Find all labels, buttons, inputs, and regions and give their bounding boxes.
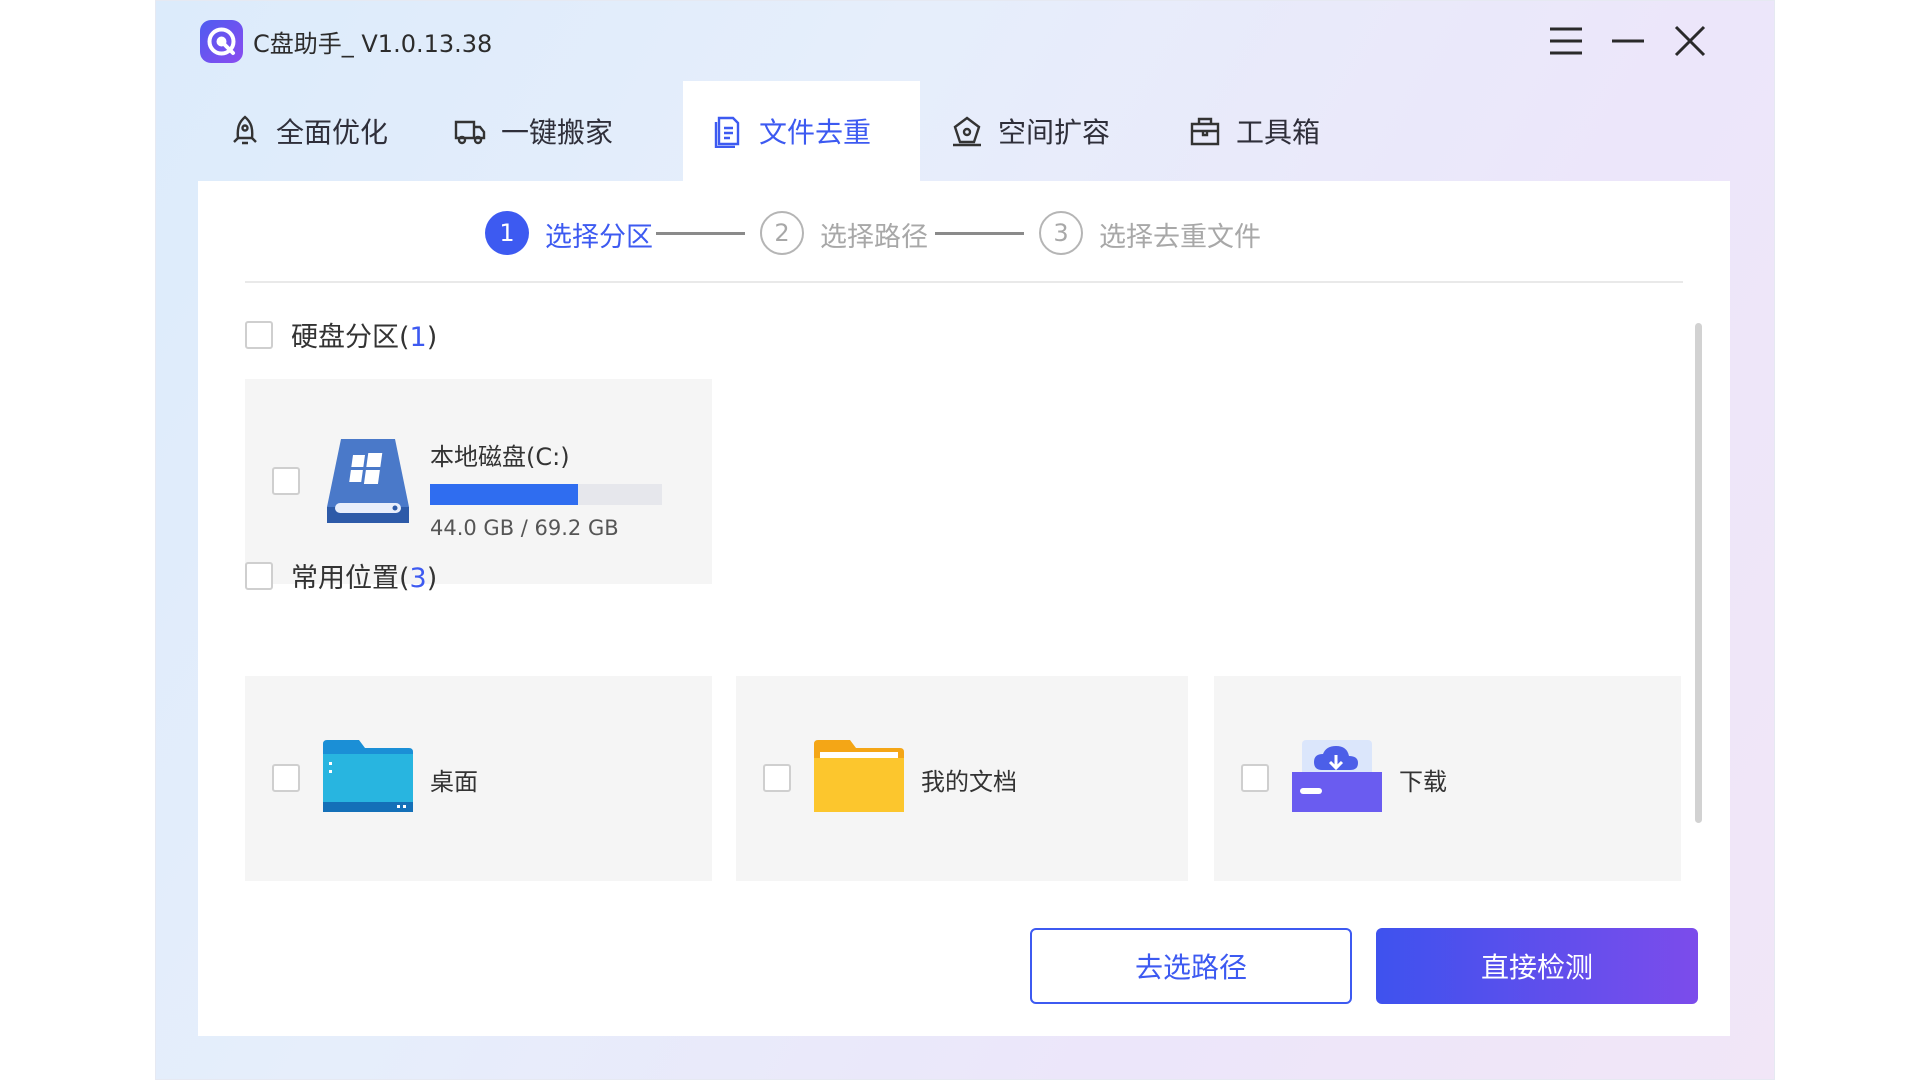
documents-folder-icon bbox=[814, 740, 904, 812]
rocket-icon bbox=[228, 114, 262, 148]
tab-space-expand[interactable]: 空间扩容 bbox=[922, 81, 1154, 181]
tab-label: 全面优化 bbox=[276, 116, 389, 149]
document-icon bbox=[711, 114, 745, 149]
disk-section-checkbox[interactable] bbox=[245, 320, 273, 349]
disk-drive-icon bbox=[323, 437, 413, 525]
content-panel: 1 选择分区 2 选择路径 3 选择去重文件 硬盘分区(1) 本地磁盘(C:) … bbox=[198, 181, 1730, 1036]
common-section-checkbox[interactable] bbox=[245, 561, 273, 590]
step-progress: 1 选择分区 2 选择路径 3 选择去重文件 bbox=[198, 203, 1730, 263]
select-path-button[interactable]: 去选路径 bbox=[1030, 928, 1352, 1004]
step-connector bbox=[935, 232, 1024, 235]
step-connector bbox=[656, 232, 745, 235]
disk-section-header: 硬盘分区(1) bbox=[245, 315, 437, 354]
step-1-circle: 1 bbox=[485, 211, 529, 255]
tab-label: 空间扩容 bbox=[998, 116, 1111, 149]
tab-label: 一键搬家 bbox=[501, 116, 614, 149]
location-label: 桌面 bbox=[430, 768, 478, 796]
common-section-header: 常用位置(3) bbox=[245, 556, 437, 595]
step-3-label: 选择去重文件 bbox=[1099, 222, 1261, 253]
location-card-downloads[interactable]: 下载 bbox=[1214, 676, 1681, 881]
step-1-label: 选择分区 bbox=[545, 222, 653, 253]
scrollbar[interactable] bbox=[1695, 323, 1702, 823]
location-label: 我的文档 bbox=[921, 768, 1017, 796]
location-card-documents[interactable]: 我的文档 bbox=[736, 676, 1188, 881]
drive-card-c[interactable]: 本地磁盘(C:) 44.0 GB / 69.2 GB bbox=[245, 379, 712, 584]
disk-section-title: 硬盘分区(1) bbox=[291, 322, 438, 353]
location-checkbox[interactable] bbox=[272, 764, 300, 792]
tab-label: 工具箱 bbox=[1236, 116, 1321, 149]
drive-usage-fill bbox=[430, 484, 578, 505]
tab-full-optimize[interactable]: 全面优化 bbox=[200, 81, 420, 181]
app-title: C盘助手_ V1.0.13.38 bbox=[253, 30, 493, 58]
tab-label: 文件去重 bbox=[759, 116, 872, 149]
tab-one-click-move[interactable]: 一键搬家 bbox=[425, 81, 655, 181]
app-window: C盘助手_ V1.0.13.38 全面优化 一键搬家 文件去重 空间扩容 工具箱… bbox=[155, 0, 1775, 1080]
common-section-title: 常用位置(3) bbox=[291, 563, 438, 594]
app-logo-icon bbox=[200, 20, 243, 63]
direct-scan-button[interactable]: 直接检测 bbox=[1376, 928, 1698, 1004]
step-2-label: 选择路径 bbox=[820, 222, 928, 253]
drive-checkbox[interactable] bbox=[272, 467, 300, 495]
drive-size-text: 44.0 GB / 69.2 GB bbox=[430, 516, 619, 540]
toolbox-icon bbox=[1188, 114, 1222, 148]
divider bbox=[245, 281, 1683, 283]
step-3-circle: 3 bbox=[1039, 211, 1083, 255]
location-label: 下载 bbox=[1399, 768, 1447, 796]
truck-icon bbox=[453, 114, 487, 148]
download-icon bbox=[1292, 740, 1382, 812]
tab-toolbox[interactable]: 工具箱 bbox=[1160, 81, 1360, 181]
minimize-icon[interactable] bbox=[1606, 19, 1650, 63]
step-2-circle: 2 bbox=[760, 211, 804, 255]
drive-name: 本地磁盘(C:) bbox=[430, 443, 570, 471]
title-bar: C盘助手_ V1.0.13.38 bbox=[156, 1, 1774, 81]
location-card-desktop[interactable]: 桌面 bbox=[245, 676, 712, 881]
drive-usage-bar bbox=[430, 484, 662, 505]
menu-icon[interactable] bbox=[1544, 19, 1588, 63]
location-checkbox[interactable] bbox=[763, 764, 791, 792]
tab-file-dedup[interactable]: 文件去重 bbox=[683, 81, 920, 181]
main-tabs: 全面优化 一键搬家 文件去重 空间扩容 工具箱 bbox=[200, 81, 1700, 181]
location-checkbox[interactable] bbox=[1241, 764, 1269, 792]
expand-icon bbox=[950, 114, 984, 148]
desktop-folder-icon bbox=[323, 740, 413, 812]
close-icon[interactable] bbox=[1668, 19, 1712, 63]
